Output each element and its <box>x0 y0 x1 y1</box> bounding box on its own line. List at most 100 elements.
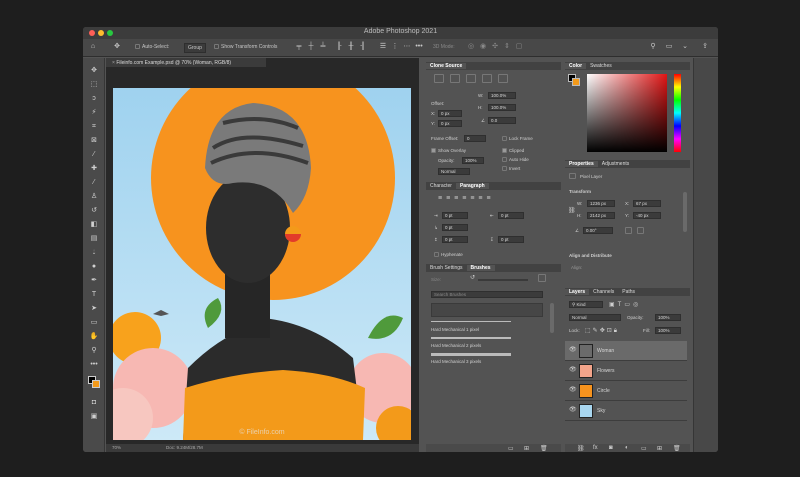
clone-h-field[interactable]: 100.0% <box>488 104 516 111</box>
layer-row[interactable]: 👁︎ Woman <box>565 341 687 361</box>
blur-tool-icon[interactable]: 💧︎ <box>89 248 99 258</box>
clone-source-4-icon[interactable] <box>482 74 492 83</box>
hand-tool-icon[interactable]: ✋ <box>89 332 99 342</box>
home-icon[interactable]: ⌂ <box>89 43 97 51</box>
overlay-mode-select[interactable]: Normal <box>438 168 470 175</box>
reset-brush-icon[interactable]: ↺ <box>470 274 475 281</box>
first-line-field[interactable]: 0 pt <box>442 224 468 231</box>
brush-size-slider[interactable] <box>478 279 528 281</box>
space-after-field[interactable]: 0 pt <box>498 236 524 243</box>
3d-orbit-icon[interactable]: ◎ <box>467 43 475 51</box>
tab-swatches[interactable]: Swatches <box>586 63 616 69</box>
brush-search-input[interactable]: Search Brushes <box>431 291 543 298</box>
color-picker-field[interactable] <box>587 74 667 152</box>
hyphenate-checkbox[interactable] <box>434 252 439 257</box>
prop-x-field[interactable]: 67 px <box>633 200 661 207</box>
indent-left-field[interactable]: 0 pt <box>442 212 468 219</box>
eyedropper-tool-icon[interactable]: ⁄ <box>89 150 99 160</box>
marquee-tool-icon[interactable]: ⬚ <box>89 80 99 90</box>
layer-row[interactable]: 👁︎ Sky <box>565 401 687 421</box>
auto-select-checkbox[interactable] <box>135 44 140 49</box>
distribute-horizontal-icon[interactable]: ⋯ <box>403 43 411 51</box>
tab-clone-source[interactable]: Clone Source <box>426 63 467 69</box>
move-tool-icon[interactable]: ✥ <box>113 43 121 51</box>
pen-tool-icon[interactable]: ✒ <box>89 276 99 286</box>
prop-h-field[interactable]: 2142 px <box>587 212 615 219</box>
tab-brush-settings[interactable]: Brush Settings <box>426 265 467 271</box>
layer-fill-field[interactable]: 100% <box>655 327 681 334</box>
auto-hide-checkbox[interactable] <box>502 157 507 162</box>
tab-character[interactable]: Character <box>426 183 456 189</box>
trash-icon[interactable]: 🗑︎ <box>540 445 548 452</box>
frame-tool-icon[interactable]: ⊠ <box>89 136 99 146</box>
flip-horizontal-icon[interactable] <box>625 227 632 234</box>
prop-w-field[interactable]: 1236 px <box>587 200 615 207</box>
layer-kind-filter[interactable]: ⚲ Kind <box>569 301 603 308</box>
healing-brush-tool-icon[interactable]: ✚ <box>89 164 99 174</box>
align-middle-icon[interactable]: ┼ <box>307 43 315 51</box>
layer-filter-icons[interactable]: ▣T▭◎ <box>609 301 641 308</box>
tab-layers[interactable]: Layers <box>565 289 590 295</box>
layer-mask-icon[interactable]: ◙ <box>609 445 613 451</box>
lasso-tool-icon[interactable]: ↄ <box>89 94 99 104</box>
visibility-eye-icon[interactable]: 👁︎ <box>569 406 577 413</box>
brushes-scrollbar[interactable] <box>550 303 554 333</box>
dodge-tool-icon[interactable]: ● <box>89 262 99 272</box>
paragraph-align-icons[interactable]: ≡≡≡≡≡≡≡ <box>438 195 495 202</box>
path-selection-tool-icon[interactable]: ➤ <box>89 304 99 314</box>
tab-paths[interactable]: Paths <box>618 289 639 295</box>
frame-offset-field[interactable]: 0 <box>464 135 486 142</box>
workspace-icon[interactable]: ▭ <box>665 43 673 51</box>
clone-angle-field[interactable]: 0.0 <box>488 117 516 124</box>
quick-selection-tool-icon[interactable]: ⚡ <box>89 108 99 118</box>
clone-source-2-icon[interactable] <box>450 74 460 83</box>
align-right-icon[interactable]: ╢ <box>359 43 367 51</box>
new-group-icon[interactable]: ▭ <box>508 445 514 452</box>
3d-slide-icon[interactable]: ⇕ <box>503 43 511 51</box>
tab-paragraph[interactable]: Paragraph <box>455 183 489 189</box>
lock-frame-checkbox[interactable] <box>502 136 507 141</box>
edit-toolbar-icon[interactable]: ••• <box>89 360 99 370</box>
prop-y-field[interactable]: -40 px <box>633 212 661 219</box>
clone-stamp-tool-icon[interactable]: ♙ <box>89 192 99 202</box>
layer-opacity-field[interactable]: 100% <box>655 314 681 321</box>
new-brush-icon[interactable] <box>538 274 546 282</box>
3d-roll-icon[interactable]: ◉ <box>479 43 487 51</box>
clone-x-field[interactable]: 0 px <box>438 110 462 117</box>
history-brush-tool-icon[interactable]: ↺ <box>89 206 99 216</box>
brush-item[interactable]: Hard Mechanical 3 pixels <box>431 352 551 366</box>
canvas[interactable]: © FileInfo.com <box>113 88 411 440</box>
color-background-swatch[interactable] <box>572 78 580 86</box>
clone-y-field[interactable]: 0 px <box>438 120 462 127</box>
crop-tool-icon[interactable]: ⌗ <box>89 122 99 132</box>
align-left-icon[interactable]: ╟ <box>335 43 343 51</box>
brush-item[interactable]: Hard Mechanical 2 pixels <box>431 336 551 350</box>
tab-brushes[interactable]: Brushes <box>466 265 495 271</box>
hue-slider[interactable] <box>674 74 681 152</box>
lock-icons[interactable]: ⬚✎✥⊡🔒︎ <box>585 327 619 335</box>
link-layers-icon[interactable]: ⛓ <box>577 445 585 452</box>
clone-source-5-icon[interactable] <box>498 74 508 83</box>
flip-vertical-icon[interactable] <box>637 227 644 234</box>
blend-mode-select[interactable]: Normal <box>569 314 621 321</box>
tab-adjustments[interactable]: Adjustments <box>598 161 634 167</box>
align-bottom-icon[interactable]: ╧ <box>319 43 327 51</box>
quick-mask-icon[interactable]: ◘ <box>89 398 99 408</box>
link-icon[interactable]: ⛓ <box>568 207 576 214</box>
eraser-tool-icon[interactable]: ◧ <box>89 220 99 230</box>
screen-mode-icon[interactable]: ▣ <box>89 412 99 422</box>
gradient-tool-icon[interactable]: ▤ <box>89 234 99 244</box>
new-group-icon[interactable]: ▭ <box>641 445 647 452</box>
zoom-level[interactable]: 70% <box>112 445 121 450</box>
search-icon[interactable]: ⚲ <box>649 43 657 51</box>
clone-source-3-icon[interactable] <box>466 74 476 83</box>
tab-color[interactable]: Color <box>565 63 587 69</box>
overlay-opacity-field[interactable]: 100% <box>462 157 484 164</box>
visibility-eye-icon[interactable]: 👁︎ <box>569 366 577 373</box>
rectangle-tool-icon[interactable]: ▭ <box>89 318 99 328</box>
distribute-vertical-icon[interactable]: ⋮ <box>391 43 399 51</box>
auto-select-dropdown[interactable]: Group <box>184 43 206 53</box>
delete-layer-icon[interactable]: 🗑︎ <box>673 445 681 452</box>
zoom-tool-icon[interactable]: ⚲ <box>89 346 99 356</box>
indent-right-field[interactable]: 0 pt <box>498 212 524 219</box>
